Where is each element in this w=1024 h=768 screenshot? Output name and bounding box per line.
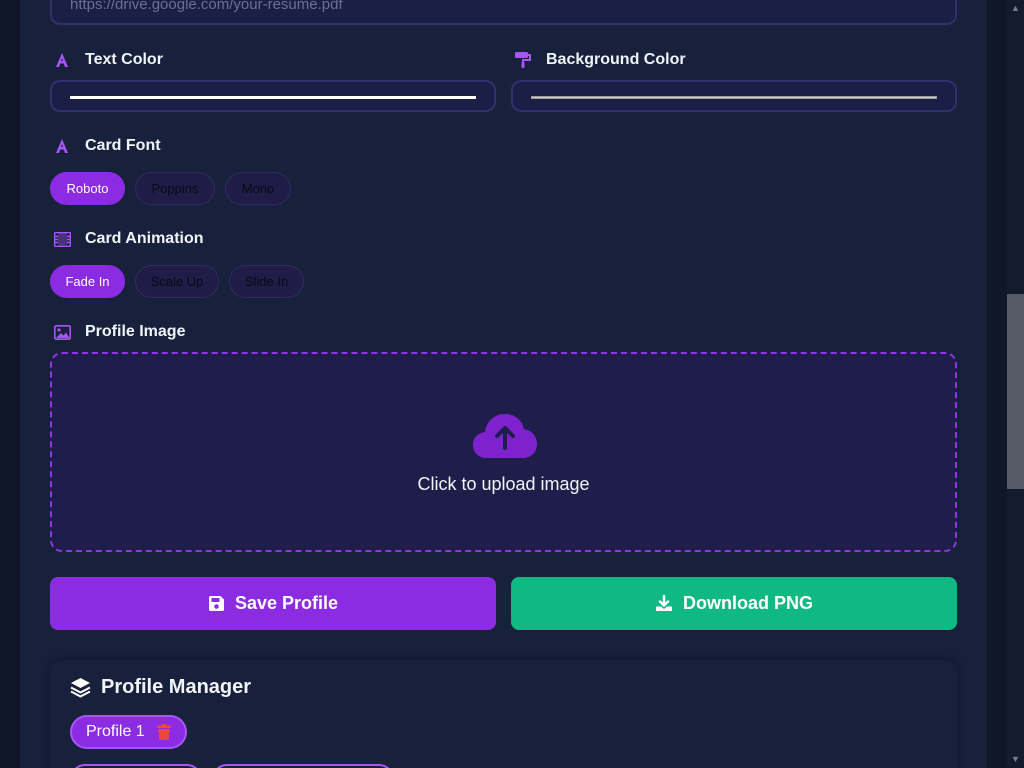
background-color-swatch — [531, 96, 937, 99]
scrollbar-thumb[interactable] — [1007, 294, 1024, 489]
font-option-poppins[interactable]: Poppins — [135, 172, 215, 205]
text-color-label: Text Color — [53, 51, 163, 69]
profile-chip-partial[interactable] — [70, 764, 202, 768]
text-color-swatch — [70, 96, 476, 99]
background-color-label: Background Color — [514, 51, 686, 69]
text-color-picker[interactable] — [50, 80, 496, 112]
download-png-button[interactable]: Download PNG — [511, 577, 957, 630]
animation-option-fade-in[interactable]: Fade In — [50, 265, 125, 298]
font-letter-icon — [53, 51, 71, 69]
download-icon — [655, 595, 673, 612]
profile-image-label: Profile Image — [53, 323, 185, 341]
resume-url-input[interactable]: https://drive.google.com/your-resume.pdf — [50, 0, 957, 25]
card-animation-label: Card Animation — [53, 230, 204, 248]
profile-chip[interactable]: Profile 1 — [70, 715, 187, 749]
profile-manager-title: Profile Manager — [70, 676, 251, 699]
trash-icon[interactable] — [156, 724, 171, 740]
font-option-mono[interactable]: Mono — [225, 172, 291, 205]
resume-url-placeholder: https://drive.google.com/your-resume.pdf — [70, 0, 343, 13]
image-upload-dropzone[interactable]: Click to upload image — [50, 352, 957, 552]
image-icon — [53, 323, 71, 341]
paint-roller-icon — [514, 51, 532, 69]
floppy-disk-icon — [208, 595, 225, 612]
film-icon — [53, 230, 71, 248]
profile-chip-partial[interactable] — [212, 764, 394, 768]
animation-option-slide-in[interactable]: Slide In — [229, 265, 304, 298]
animation-option-scale-up[interactable]: Scale Up — [135, 265, 219, 298]
font-option-roboto[interactable]: Roboto — [50, 172, 125, 205]
scroll-down-icon[interactable]: ▼ — [1007, 751, 1024, 768]
profile-manager-card: Profile Manager Profile 1 — [50, 660, 957, 768]
profile-chip-label: Profile 1 — [86, 723, 145, 740]
upload-instruction: Click to upload image — [417, 474, 590, 494]
font-letter-icon — [53, 137, 71, 155]
scroll-up-icon[interactable]: ▲ — [1007, 0, 1024, 17]
layers-icon — [70, 677, 91, 698]
cloud-upload-icon — [473, 414, 537, 465]
save-profile-button[interactable]: Save Profile — [50, 577, 496, 630]
card-font-label: Card Font — [53, 137, 161, 155]
background-color-picker[interactable] — [511, 80, 957, 112]
